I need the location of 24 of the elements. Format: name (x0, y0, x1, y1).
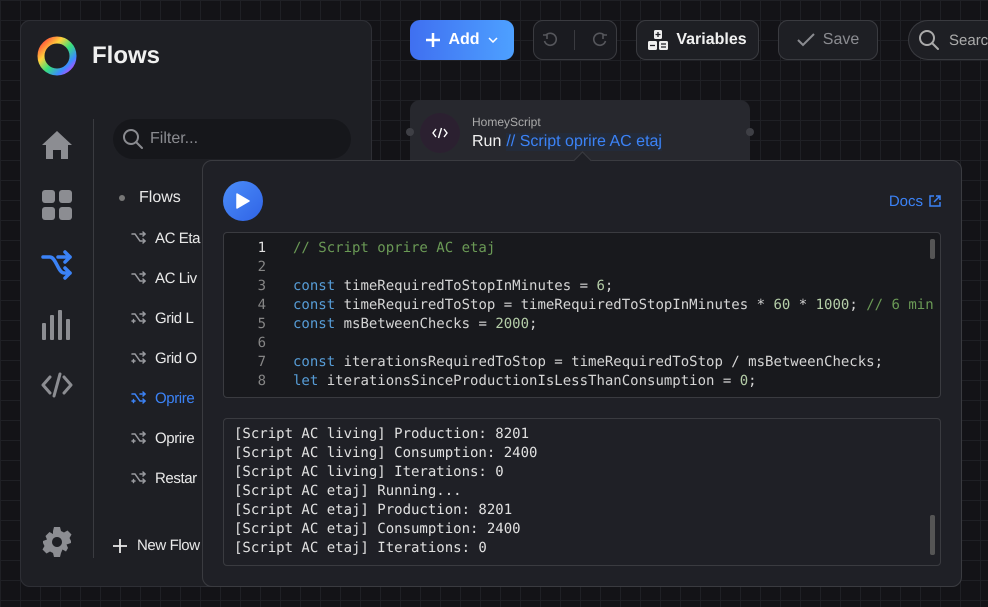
code-line: const timeRequiredToStopInMinutes = 6; (293, 277, 614, 296)
code-line: const timeRequiredToStop = timeRequiredToStopInMinutes * 60 * 1000; // 6 min (293, 296, 934, 315)
line-number: 8 (256, 372, 266, 391)
line-number: 6 (256, 334, 266, 353)
line-number: 1 (256, 239, 266, 258)
log-line: [Script AC etaj] Iterations: 0 (234, 538, 488, 558)
line-number: 7 (256, 353, 266, 372)
log-line: [Script AC etaj] Running... (234, 482, 463, 501)
log-line: [Script AC living] Consumption: 2400 (234, 444, 538, 463)
line-number: 3 (256, 277, 266, 296)
log-line: [Script AC etaj] Consumption: 2400 (234, 520, 522, 539)
sidebar-title: Flows (92, 42, 160, 70)
log-line: [Script AC living] Iterations: 0 (234, 462, 505, 482)
line-number: 2 (256, 258, 266, 277)
line-number: 5 (256, 315, 266, 334)
action-label: Run (472, 133, 502, 151)
line-number: 4 (256, 296, 266, 315)
code-line: // Script oprire AC etaj (293, 239, 496, 258)
code-line: const msBetweenChecks = 2000; (293, 315, 538, 334)
log-line: [Script AC etaj] Production: 8201 (234, 500, 514, 520)
app-name: HomeyScript (472, 115, 542, 129)
code-line: let iterationsSinceProductionIsLessThanConsumption = 0; (293, 372, 757, 391)
code-line: const iterationsRequiredToStop = timeRequiredToStop / msBetweenChecks; (293, 353, 884, 372)
log-line: [Script AC living] Production: 8201 (234, 424, 530, 444)
